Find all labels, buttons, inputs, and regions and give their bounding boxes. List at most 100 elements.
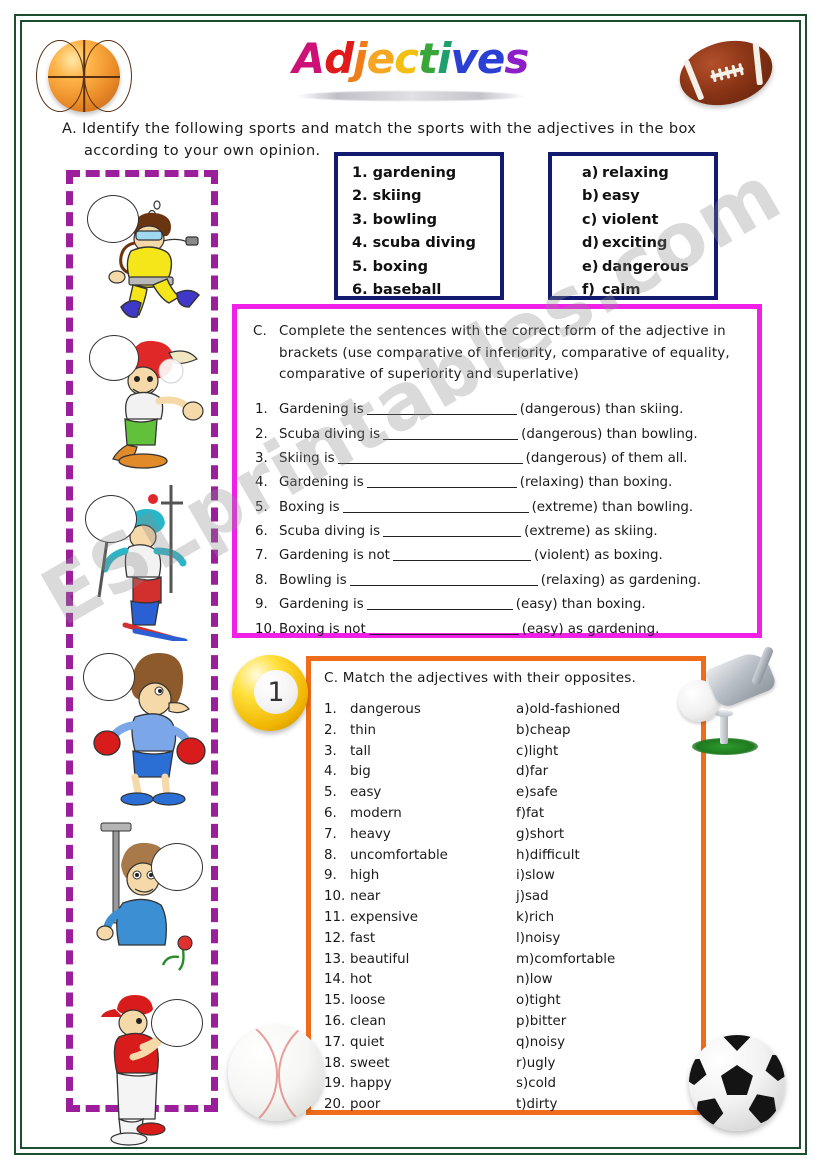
matching-left-cell[interactable]: 1. dangerous [324, 700, 516, 721]
matching-right-cell[interactable]: p) bitter [516, 1012, 566, 1033]
matching-adjective: beautiful [350, 951, 410, 967]
adjectives-list-item: e) dangerous [582, 256, 714, 279]
matching-right-cell[interactable]: i) slow [516, 866, 555, 887]
adjective-label: d) [582, 235, 600, 252]
matching-left-cell[interactable]: 9. high [324, 866, 516, 887]
sentence-text-before: Boxing is [279, 499, 340, 515]
answer-bubble-skiing[interactable] [85, 495, 137, 543]
sentence-text-before: Scuba diving is [279, 524, 381, 540]
instruction-sentences-letter: C. [253, 324, 268, 339]
matching-left-cell[interactable]: 10. near [324, 887, 516, 908]
matching-right-cell[interactable]: g) short [516, 825, 564, 846]
matching-left-cell[interactable]: 17. quiet [324, 1033, 516, 1054]
answer-bubble-baseball[interactable] [151, 999, 203, 1047]
matching-opposite: fat [525, 805, 545, 821]
sentence-answer-blank[interactable] [342, 499, 529, 513]
matching-left-cell[interactable]: 14. hot [324, 970, 516, 991]
matching-right-cell[interactable]: e) safe [516, 783, 558, 804]
matching-opposite: cold [528, 1076, 556, 1092]
matching-left-cell[interactable]: 16. clean [324, 1012, 516, 1033]
title-letter-3: e [366, 34, 395, 83]
sentence-number: 10. [255, 621, 277, 637]
matching-right-cell[interactable]: k) rich [516, 908, 554, 929]
sentence-answer-blank[interactable] [366, 401, 517, 416]
matching-opposite: ugly [526, 1055, 556, 1071]
sentence-text-before: Gardening is not [279, 548, 390, 564]
matching-right-cell[interactable]: c) light [516, 742, 558, 763]
matching-right-cell[interactable]: q) noisy [516, 1033, 565, 1054]
sentence-answer-blank[interactable] [383, 426, 519, 440]
matching-left-cell[interactable]: 4. big [324, 762, 516, 783]
adjective-label: b) [582, 188, 600, 205]
matching-option-label: b) [516, 722, 530, 738]
matching-opposite: noisy [524, 930, 561, 946]
matching-right-cell[interactable]: m) comfortable [516, 950, 615, 971]
matching-row: 10. near j) sad [324, 887, 701, 908]
matching-opposite: rich [528, 909, 555, 925]
matching-left-cell[interactable]: 20. poor [324, 1095, 516, 1116]
matching-opposite: tight [529, 993, 561, 1009]
matching-adjective: heavy [350, 826, 391, 842]
sentence-item: 2. Scuba diving is (dangerous) than bowlin… [255, 423, 741, 447]
sentence-number: 8. [255, 572, 268, 588]
adjective-word: relaxing [602, 165, 669, 181]
answer-bubble-bowling[interactable] [89, 335, 139, 381]
sentence-item: 8. Bowling is (relaxing) as gardening. [255, 569, 741, 593]
answer-bubble-boxing[interactable] [83, 653, 135, 701]
matching-number: 5. [324, 785, 337, 801]
matching-right-cell[interactable]: n) low [516, 970, 553, 991]
matching-number: 1. [324, 702, 337, 717]
matching-option-label: h) [516, 847, 530, 863]
sentence-answer-blank[interactable] [368, 621, 519, 635]
matching-right-cell[interactable]: d) far [516, 762, 548, 783]
matching-row: 16. clean p) bitter [324, 1012, 701, 1033]
matching-option-label: q) [516, 1034, 530, 1050]
matching-right-cell[interactable]: h) difficult [516, 846, 580, 867]
sports-list-item: 6. baseball [352, 282, 442, 299]
golf-club-and-ball-icon [676, 645, 786, 767]
matching-right-cell[interactable]: f) fat [516, 804, 544, 825]
matching-right-cell[interactable]: l) noisy [516, 929, 560, 950]
matching-row: 9. high i) slow [324, 866, 701, 887]
sentence-text-before: Scuba diving is [279, 426, 381, 442]
sentence-item: 9. Gardening is (easy) than boxing. [255, 593, 741, 617]
matching-opposite: slow [524, 868, 555, 884]
skier-illustration [73, 481, 225, 644]
matching-left-cell[interactable]: 13. beautiful [324, 950, 516, 971]
matching-right-cell[interactable]: b) cheap [516, 721, 571, 742]
adjective-word: exciting [602, 235, 668, 252]
matching-left-cell[interactable]: 18. sweet [324, 1054, 516, 1075]
matching-opposite: difficult [529, 847, 580, 863]
sentence-item: 6. Scuba diving is (extreme) as skiing. [255, 520, 741, 544]
billiard-ball-icon: 1 [232, 655, 308, 731]
sentence-answer-blank[interactable] [392, 547, 531, 562]
sentence-answer-blank[interactable] [383, 523, 522, 538]
matching-left-cell[interactable]: 2. thin [324, 721, 516, 742]
matching-left-cell[interactable]: 12. fast [324, 929, 516, 950]
matching-grid: 1. dangerous a) old-fashioned 2. thin b) chea… [311, 686, 701, 1116]
matching-right-cell[interactable]: r) ugly [516, 1054, 555, 1075]
sports-list-item: 3. bowling [352, 211, 438, 228]
sentence-answer-blank[interactable] [366, 474, 517, 489]
matching-right-cell[interactable]: o) tight [516, 991, 561, 1012]
sentence-answer-blank[interactable] [366, 596, 513, 611]
answer-bubble-scuba[interactable] [87, 195, 139, 243]
matching-left-cell[interactable]: 6. modern [324, 804, 516, 825]
matching-left-cell[interactable]: 11. expensive [324, 908, 516, 929]
matching-left-cell[interactable]: 5. easy [324, 783, 516, 804]
matching-right-cell[interactable]: a) old-fashioned [516, 700, 620, 721]
matching-opposite: far [529, 764, 549, 780]
sentence-answer-blank[interactable] [337, 450, 523, 464]
sentence-answer-blank[interactable] [349, 572, 538, 586]
matching-left-cell[interactable]: 7. heavy [324, 825, 516, 846]
matching-left-cell[interactable]: 19. happy [324, 1074, 516, 1095]
answer-bubble-gardening[interactable] [151, 843, 203, 891]
matching-right-cell[interactable]: s) cold [516, 1074, 556, 1095]
matching-left-cell[interactable]: 8. uncomfortable [324, 846, 516, 867]
matching-adjective: big [350, 764, 371, 780]
matching-right-cell[interactable]: j) sad [516, 887, 549, 908]
matching-left-cell[interactable]: 15. loose [324, 991, 516, 1012]
matching-left-cell[interactable]: 3. tall [324, 742, 516, 763]
soccer-ball-icon [689, 1035, 785, 1131]
matching-right-cell[interactable]: t) dirty [516, 1095, 557, 1116]
